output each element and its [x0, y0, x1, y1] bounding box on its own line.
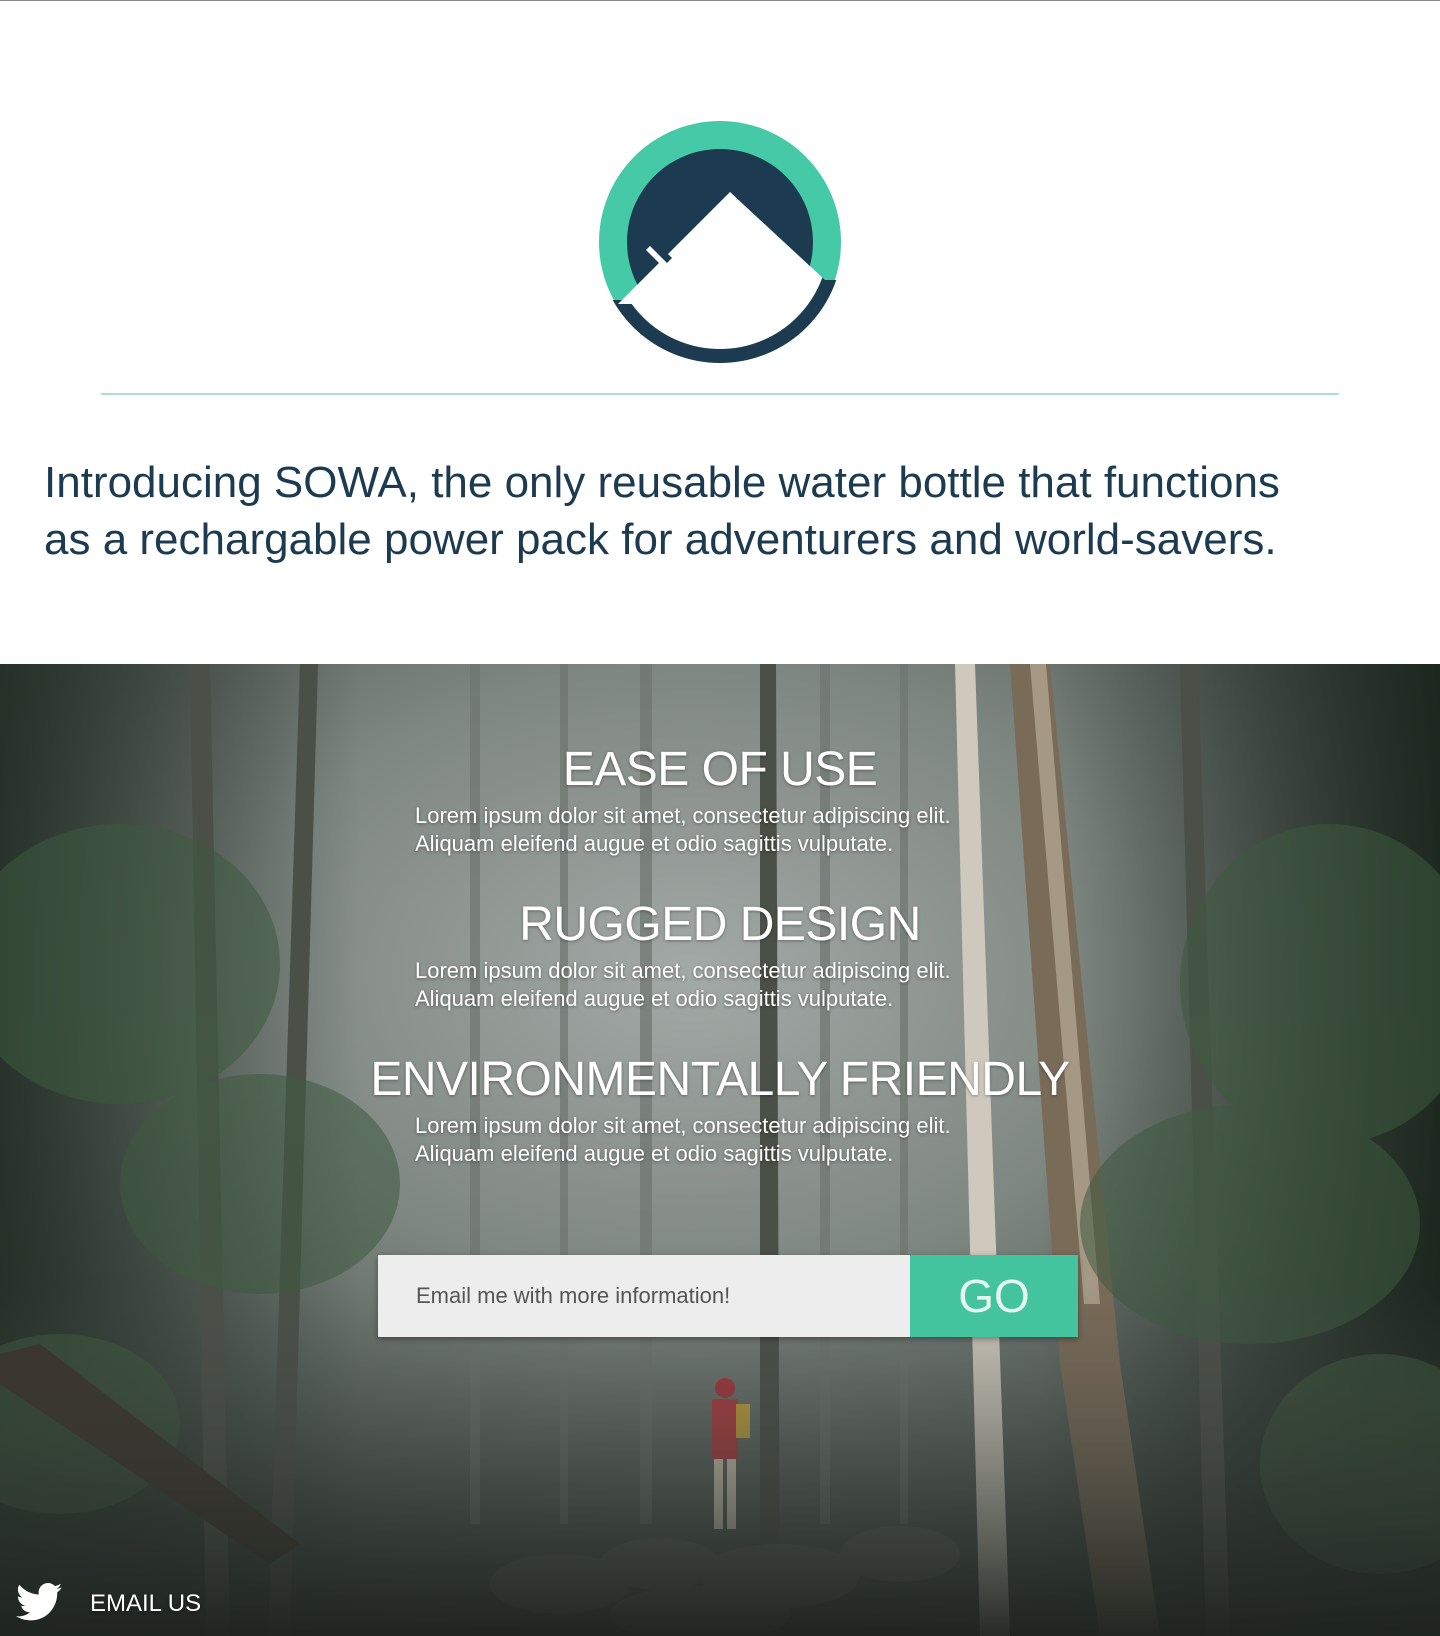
- feature-description-line-2: Aliquam eleifend augue et odio sagittis …: [415, 986, 894, 1011]
- email-signup-form: GO: [378, 1255, 1078, 1337]
- feature-description-line-1: Lorem ipsum dolor sit amet, consectetur …: [415, 1113, 951, 1138]
- feature-description: Lorem ipsum dolor sit amet, consectetur …: [415, 802, 1055, 858]
- feature-title: EASE OF USE: [562, 743, 878, 796]
- go-button[interactable]: GO: [910, 1255, 1078, 1337]
- intro-line-1: Introducing SOWA, the only reusable wate…: [44, 458, 1280, 507]
- top-border: [0, 0, 1440, 1]
- intro-text: Introducing SOWA, the only reusable wate…: [44, 454, 1424, 568]
- email-input[interactable]: [378, 1255, 910, 1337]
- feature-description: Lorem ipsum dolor sit amet, consectetur …: [415, 1112, 1055, 1168]
- feature-description-line-1: Lorem ipsum dolor sit amet, consectetur …: [415, 958, 951, 983]
- hero-section: EASE OF USE Lorem ipsum dolor sit amet, …: [0, 664, 1440, 1636]
- email-us-link[interactable]: EMAIL US: [90, 1590, 201, 1618]
- section-divider: [101, 393, 1339, 395]
- feature-title: ENVIRONMENTALLY FRIENDLY: [370, 1053, 1070, 1106]
- feature-title: RUGGED DESIGN: [519, 898, 921, 951]
- mountain-circle-logo-icon: [597, 121, 843, 363]
- intro-line-2: as a rechargable power pack for adventur…: [44, 515, 1277, 564]
- feature-description: Lorem ipsum dolor sit amet, consectetur …: [415, 957, 1055, 1013]
- feature-description-line-2: Aliquam eleifend augue et odio sagittis …: [415, 1141, 894, 1166]
- twitter-bird-icon: [16, 1583, 62, 1621]
- twitter-link[interactable]: [16, 1582, 62, 1622]
- feature-description-line-2: Aliquam eleifend augue et odio sagittis …: [415, 831, 894, 856]
- feature-description-line-1: Lorem ipsum dolor sit amet, consectetur …: [415, 803, 951, 828]
